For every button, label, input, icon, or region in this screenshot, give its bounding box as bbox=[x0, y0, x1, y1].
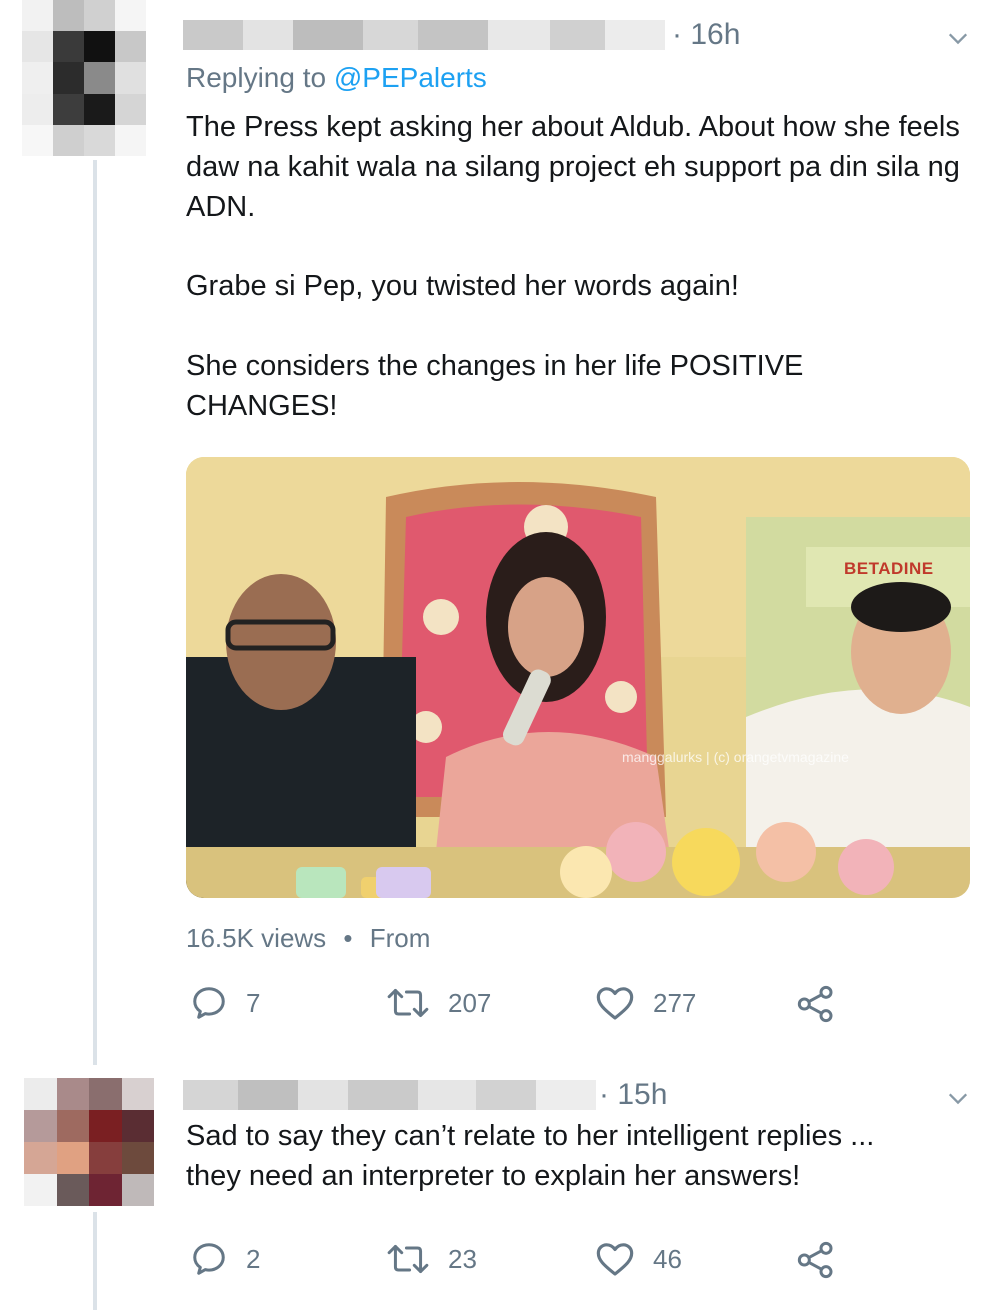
share-button[interactable] bbox=[796, 984, 836, 1024]
thread-line bbox=[93, 1212, 97, 1310]
tweet-text: Grabe si Pep, you twisted her words agai… bbox=[186, 270, 739, 302]
video-thumbnail[interactable]: BETADINE manggalurks | (c) orangetvmagaz… bbox=[186, 457, 970, 898]
view-count: 16.5K views bbox=[186, 923, 327, 953]
avatar[interactable] bbox=[24, 1078, 154, 1206]
like-icon bbox=[596, 1243, 634, 1276]
retweet-button[interactable]: 23 bbox=[386, 1240, 477, 1278]
tweet-text-line: Sad to say they can’t relate to her inte… bbox=[186, 1120, 875, 1152]
video-meta: 16.5K views • From bbox=[186, 923, 430, 954]
retweet-button[interactable]: 207 bbox=[386, 984, 491, 1022]
retweet-count: 207 bbox=[448, 987, 492, 1018]
reply-icon bbox=[193, 987, 225, 1019]
tweet-time[interactable]: · 16h bbox=[672, 18, 740, 52]
share-button[interactable] bbox=[796, 1240, 836, 1280]
sign-betadine: BETADINE bbox=[844, 559, 934, 578]
like-button[interactable]: 277 bbox=[595, 984, 696, 1022]
author-name-redacted bbox=[183, 1080, 596, 1110]
source-label[interactable]: From bbox=[370, 923, 431, 953]
author-name-redacted bbox=[183, 20, 665, 50]
chevron-down-icon[interactable] bbox=[947, 1087, 969, 1109]
thread-line bbox=[93, 160, 97, 1065]
tweet-text: The Press kept asking her about Aldub. A… bbox=[186, 111, 968, 223]
like-count: 46 bbox=[653, 1243, 682, 1274]
replying-to-handle[interactable]: @PEPalerts bbox=[334, 62, 487, 93]
share-icon bbox=[797, 985, 833, 1023]
tweet-time[interactable]: · 15h bbox=[599, 1078, 667, 1112]
reply-count: 2 bbox=[246, 1243, 261, 1274]
chevron-down-icon[interactable] bbox=[947, 27, 969, 49]
like-icon bbox=[596, 987, 634, 1020]
reply-count: 7 bbox=[246, 987, 261, 1018]
like-count: 277 bbox=[653, 987, 697, 1018]
video-watermark: manggalurks | (c) orangetvmagazine bbox=[622, 749, 849, 765]
replying-to-prefix: Replying to bbox=[186, 62, 334, 93]
video-frame-illustration bbox=[186, 457, 970, 898]
retweet-icon bbox=[387, 1244, 429, 1274]
share-icon bbox=[797, 1241, 833, 1279]
reply-button[interactable]: 7 bbox=[190, 984, 260, 1022]
reply-button[interactable]: 2 bbox=[190, 1240, 260, 1278]
tweet-text: She considers the changes in her life PO… bbox=[186, 350, 812, 422]
retweet-count: 23 bbox=[448, 1243, 477, 1274]
avatar[interactable] bbox=[22, 0, 146, 156]
tweet-text-line: they need an interpreter to explain her … bbox=[186, 1160, 801, 1192]
meta-separator: • bbox=[343, 923, 353, 953]
reply-icon bbox=[193, 1243, 225, 1275]
retweet-icon bbox=[387, 988, 429, 1018]
like-button[interactable]: 46 bbox=[595, 1240, 682, 1278]
replying-to: Replying to @PEPalerts bbox=[186, 62, 487, 94]
